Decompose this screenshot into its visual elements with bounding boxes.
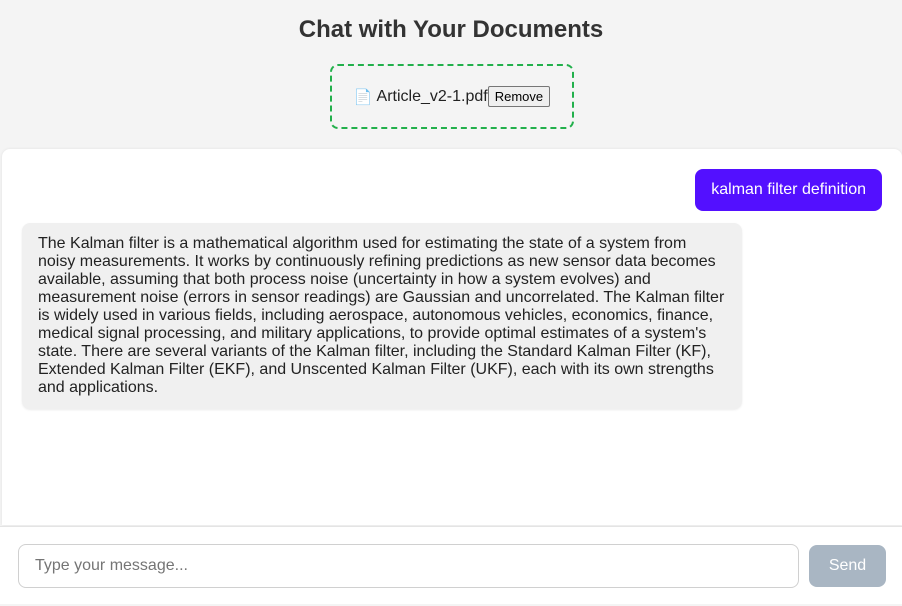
remove-file-button[interactable]: Remove [487,86,551,107]
user-message: kalman filter definition [695,169,882,211]
message-composer: Send [0,526,902,604]
chat-app: Chat with Your Documents 📄 Article_v2-1.… [0,0,902,606]
uploaded-file-box: 📄 Article_v2-1.pdf Remove [330,64,574,129]
file-name-label: Article_v2-1.pdf [376,87,488,105]
uploaded-file: 📄 Article_v2-1.pdf [354,88,488,106]
message-input[interactable] [18,544,799,588]
page-title: Chat with Your Documents [298,16,604,43]
assistant-message: The Kalman filter is a mathematical algo… [22,223,742,409]
document-icon: 📄 [353,88,373,106]
chat-messages-panel[interactable]: kalman filter definition The Kalman filt… [2,149,902,525]
send-button[interactable]: Send [809,545,886,587]
